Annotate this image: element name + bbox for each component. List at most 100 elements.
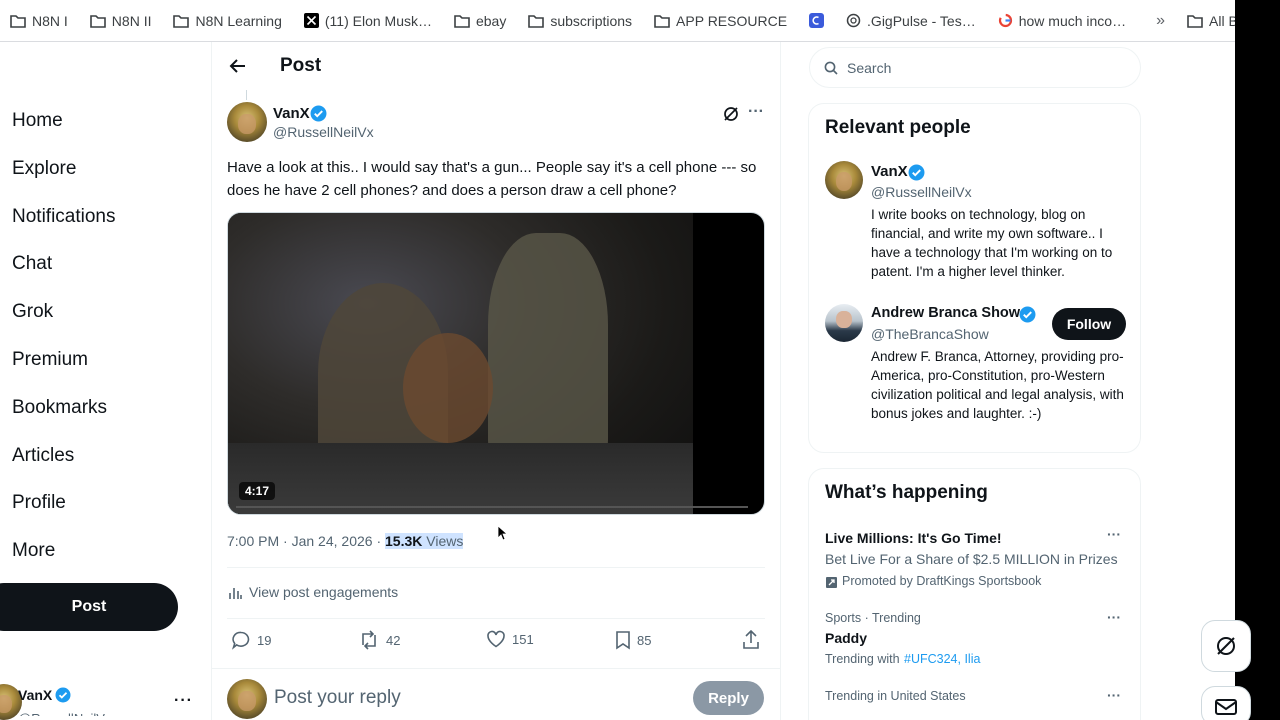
- messages-float-button[interactable]: [1201, 686, 1251, 720]
- more-dots-icon[interactable]: ···: [174, 692, 193, 710]
- like-action[interactable]: 151: [486, 630, 534, 648]
- right-sidebar: Search Relevant people VanX @RussellNeil…: [808, 42, 1143, 720]
- bookmark-item[interactable]: N8N I: [10, 13, 68, 29]
- video-progress-bar[interactable]: [236, 506, 748, 508]
- more-dots-icon[interactable]: ···: [1107, 687, 1121, 703]
- nav-bookmarks[interactable]: Bookmarks: [12, 397, 107, 419]
- person-bio: Andrew F. Branca, Attorney, providing pr…: [871, 349, 1124, 421]
- folder-icon: [654, 14, 670, 28]
- author-handle[interactable]: @RussellNeilVx: [273, 124, 374, 140]
- search-box[interactable]: Search: [809, 47, 1141, 88]
- bookmark-item[interactable]: N8N II: [89, 12, 152, 29]
- grok-icon[interactable]: [722, 105, 740, 123]
- card-title: Relevant people: [825, 117, 971, 138]
- trend-prefix: Trending with: [825, 652, 900, 666]
- nav-more[interactable]: More: [12, 540, 55, 562]
- nav-articles[interactable]: Articles: [12, 445, 74, 467]
- repost-icon: [362, 630, 376, 650]
- search-input[interactable]: Search: [847, 60, 891, 76]
- trend-item[interactable]: Sports · Trending ··· Paddy Trending wit…: [809, 605, 1140, 671]
- grok-icon: [1217, 637, 1235, 655]
- trend-item[interactable]: Live Millions: It's Go Time! ··· Bet Liv…: [809, 524, 1140, 594]
- back-arrow-icon[interactable]: [228, 56, 248, 76]
- person-handle[interactable]: @RussellNeilVx: [871, 184, 972, 200]
- trend-tags[interactable]: #UFC324, Ilia: [904, 652, 980, 666]
- follow-button[interactable]: Follow: [1052, 308, 1126, 340]
- avatar[interactable]: [825, 161, 863, 199]
- nav-notifications[interactable]: Notifications: [12, 206, 116, 228]
- trend-context: Trending in United States: [825, 689, 966, 703]
- person-handle[interactable]: @TheBrancaShow: [871, 326, 989, 342]
- reply-action[interactable]: 19: [231, 630, 271, 650]
- video-figure: [403, 333, 493, 443]
- reply-input[interactable]: Post your reply: [274, 687, 401, 709]
- bookmark-label: how much inco…: [1018, 12, 1127, 29]
- reply-button[interactable]: Reply: [693, 681, 764, 715]
- compose-post-button[interactable]: Post: [0, 583, 178, 631]
- main-column: Post VanX @RussellNeilVx ··· Have a look…: [211, 42, 781, 720]
- analytics-icon: [229, 587, 242, 599]
- account-name: VanX: [18, 687, 53, 703]
- grok-float-button[interactable]: [1201, 620, 1251, 672]
- bookmark-item[interactable]: N8N Learning: [173, 13, 282, 29]
- views-count: 15.3K: [385, 533, 423, 549]
- video-duration: 4:17: [239, 482, 276, 500]
- nav-grok[interactable]: Grok: [12, 301, 53, 323]
- bookmark-label: N8N II: [111, 12, 152, 29]
- avatar[interactable]: [825, 304, 863, 342]
- nav-chat[interactable]: Chat: [12, 253, 52, 275]
- bookmark-label: subscriptions: [550, 12, 633, 29]
- tweet-meta: 7:00 PM · Jan 24, 2026 · 15.3K Views: [227, 533, 464, 549]
- bookmark-item[interactable]: subscriptions: [528, 13, 632, 29]
- account-switcher[interactable]: VanX @RussellNeilVx ···: [0, 682, 200, 720]
- bookmark-action[interactable]: 85: [615, 630, 651, 650]
- avatar[interactable]: [227, 102, 267, 142]
- bookmark-item[interactable]: ebay: [454, 13, 506, 29]
- nav-home[interactable]: Home: [12, 110, 63, 132]
- repost-action[interactable]: 42: [358, 630, 400, 650]
- all-bookmarks[interactable]: All Book: [1187, 13, 1235, 29]
- page-title: Post: [280, 55, 322, 76]
- bookmark-item[interactable]: APP RESOURCE: [654, 13, 787, 29]
- more-dots-icon[interactable]: ···: [1107, 526, 1121, 542]
- person-name[interactable]: Andrew Branca Show: [871, 305, 1020, 321]
- bookmark-label: All Book: [1209, 12, 1235, 29]
- like-count: 151: [512, 631, 534, 647]
- bookmark-item[interactable]: [809, 13, 825, 28]
- trend-title: Live Millions: It's Go Time!: [825, 530, 1002, 546]
- bookmark-label: ebay: [475, 12, 507, 29]
- bookmarks-overflow-button[interactable]: »: [1156, 12, 1165, 30]
- bookmark-item[interactable]: how much inco…: [998, 13, 1126, 29]
- header: Post: [212, 42, 780, 90]
- share-action[interactable]: [741, 630, 761, 650]
- reply-count: 19: [257, 632, 272, 648]
- verified-badge-icon: [908, 164, 925, 181]
- view-engagements-link[interactable]: View post engagements: [228, 584, 398, 600]
- tweet-text: Have a look at this.. I would say that's…: [227, 159, 757, 199]
- relevant-people-card: Relevant people VanX @RussellNeilVx I wr…: [808, 103, 1141, 453]
- bookmark-item[interactable]: .GigPulse - Tes…: [846, 13, 976, 29]
- bookmark-item[interactable]: (11) Elon Musk…: [303, 13, 432, 29]
- verified-badge-icon: [310, 105, 327, 122]
- video-player[interactable]: 4:17: [227, 212, 765, 515]
- tweet-time[interactable]: 7:00 PM: [227, 533, 279, 549]
- nav-premium[interactable]: Premium: [12, 349, 88, 371]
- views-label: Views: [426, 533, 464, 549]
- more-dots-icon[interactable]: ···: [1107, 609, 1121, 625]
- trend-title: Paddy: [825, 630, 868, 646]
- trend-item[interactable]: Trending in United States ···: [809, 683, 1140, 720]
- divider: [227, 567, 765, 568]
- folder-icon: [10, 14, 26, 28]
- tweet-date[interactable]: Jan 24, 2026: [292, 533, 373, 549]
- more-dots-icon[interactable]: ···: [748, 103, 764, 121]
- left-sidebar: Home Explore Notifications Chat Grok Pre…: [0, 42, 200, 720]
- card-title: What’s happening: [825, 482, 988, 503]
- folder-icon: [1187, 14, 1203, 28]
- views: 15.3K Views: [385, 533, 464, 549]
- person-name[interactable]: VanX: [871, 163, 908, 180]
- nav-explore[interactable]: Explore: [12, 158, 76, 180]
- folder-icon: [528, 14, 545, 28]
- author-name[interactable]: VanX: [273, 105, 310, 122]
- nav-profile[interactable]: Profile: [12, 492, 66, 514]
- page: N8N I N8N II N8N Learning (11) Elon Musk…: [0, 0, 1280, 720]
